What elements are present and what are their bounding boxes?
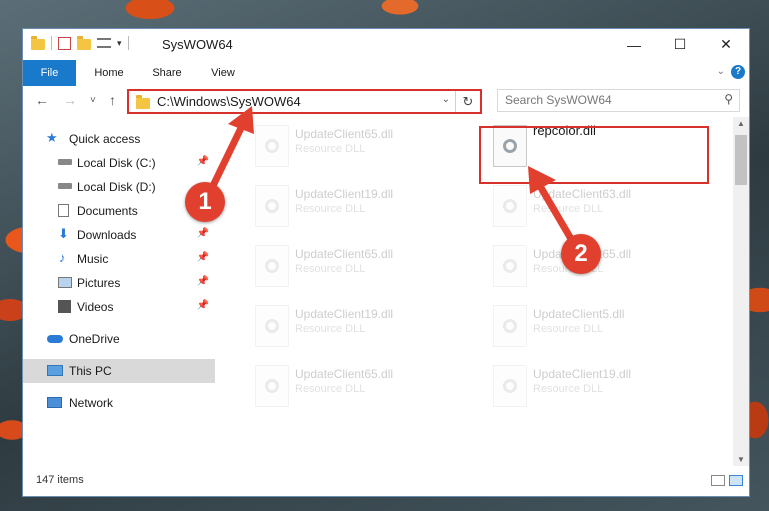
annotation-arrows [206, 106, 578, 248]
step-badge-1: 1 [185, 182, 225, 222]
arrow-1-shaft [206, 122, 246, 196]
step-badge-2: 2 [561, 234, 601, 274]
arrow-2-shaft [536, 182, 578, 248]
